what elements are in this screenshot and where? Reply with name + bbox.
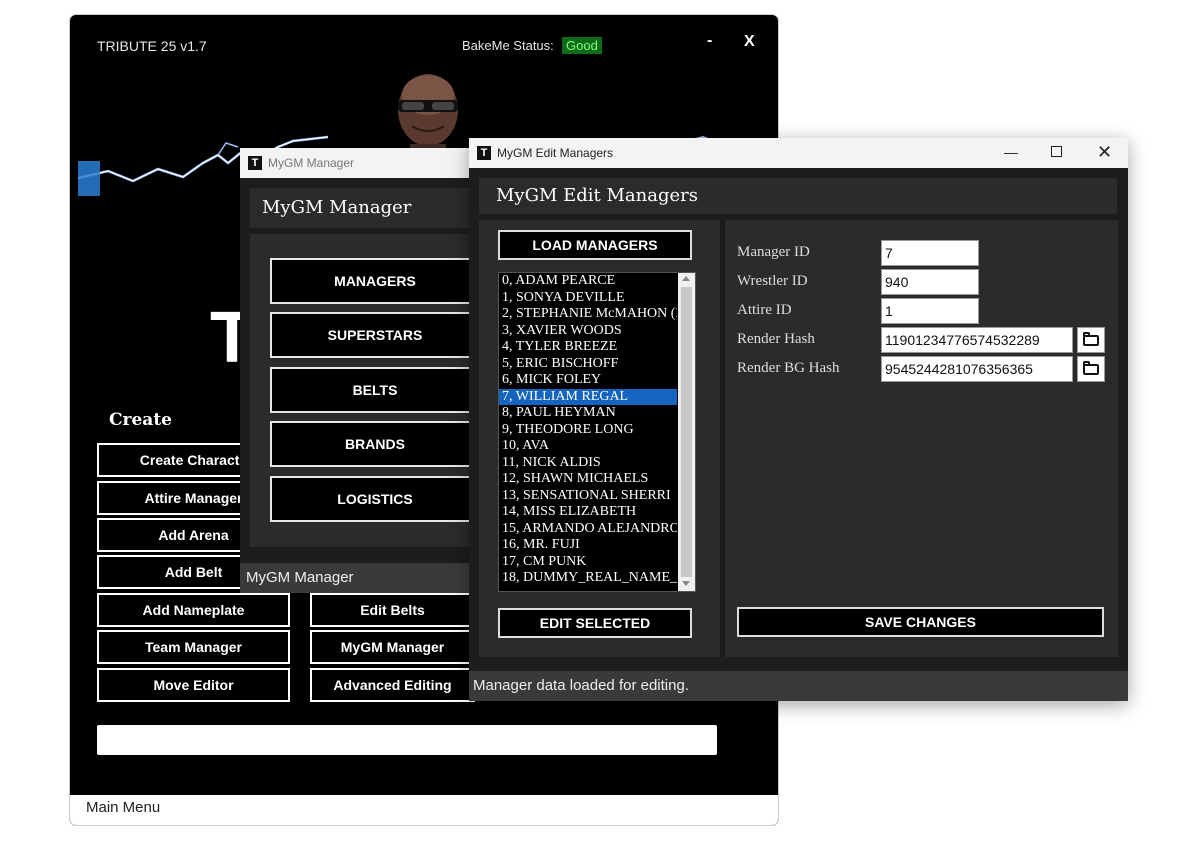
minimize-icon[interactable]: — (1004, 144, 1018, 160)
list-item[interactable]: 1, SONYA DEVILLE (499, 290, 677, 307)
list-item[interactable]: 9, THEODORE LONG (499, 422, 677, 439)
edit-status-bar: Manager data loaded for editing. (469, 671, 1128, 701)
list-item[interactable]: 5, ERIC BISCHOFF (499, 356, 677, 373)
render-bg-hash-field[interactable]: 9545244281076356365 (881, 356, 1073, 382)
list-item[interactable]: 0, ADAM PEARCE (499, 273, 677, 290)
mygm-manager-button[interactable]: MyGM Manager (310, 630, 475, 664)
app-icon: T (248, 156, 262, 170)
render-bg-hash-label: Render BG Hash (737, 360, 840, 376)
manager-id-label: Manager ID (737, 244, 810, 260)
list-item[interactable]: 15, ARMANDO ALEJANDRO (499, 521, 677, 538)
list-item[interactable]: 2, STEPHANIE McMAHON (N (499, 306, 677, 323)
mygm-button-panel: MANAGERS SUPERSTARS BELTS BRANDS LOGISTI… (250, 234, 480, 547)
mygm-status-bar: MyGM Manager (240, 563, 480, 593)
belts-button[interactable]: BELTS (270, 367, 480, 413)
manager-list-panel: LOAD MANAGERS 0, ADAM PEARCE 1, SONYA DEV… (479, 220, 720, 657)
render-hash-label: Render Hash (737, 331, 815, 347)
list-item[interactable]: 17, CM PUNK (499, 554, 677, 571)
list-item[interactable]: 7, WILLIAM REGAL (499, 388, 677, 405)
advanced-editing-button[interactable]: Advanced Editing (310, 668, 475, 702)
scroll-thumb[interactable] (681, 287, 692, 577)
create-heading: Create (109, 410, 172, 430)
mygm-window-title: MyGM Manager (268, 156, 355, 170)
load-managers-button[interactable]: LOAD MANAGERS (498, 230, 692, 260)
render-hash-field[interactable]: 11901234776574532289 (881, 327, 1073, 353)
app-icon: T (477, 146, 491, 160)
mygm-manager-window: T MyGM Manager MyGM Manager MANAGERS SUP… (240, 148, 480, 593)
logistics-button[interactable]: LOGISTICS (270, 476, 480, 522)
list-item[interactable]: 13, SENSATIONAL SHERRI (499, 488, 677, 505)
attire-id-label: Attire ID (737, 302, 792, 318)
folder-icon (1083, 364, 1099, 375)
team-manager-button[interactable]: Team Manager (97, 630, 290, 664)
edit-selected-button[interactable]: EDIT SELECTED (498, 608, 692, 638)
list-item[interactable]: 18, DUMMY_REAL_NAME_B (499, 570, 677, 587)
list-item[interactable]: 11, NICK ALDIS (499, 455, 677, 472)
list-item[interactable]: 3, XAVIER WOODS (499, 323, 677, 340)
manager-details-panel: Manager ID 7 Wrestler ID 940 Attire ID 1… (725, 220, 1118, 657)
wrestler-id-label: Wrestler ID (737, 273, 808, 289)
add-nameplate-button[interactable]: Add Nameplate (97, 593, 290, 627)
scroll-down-arrow-icon[interactable] (682, 581, 690, 586)
minimize-button[interactable]: - (707, 32, 712, 50)
folder-icon (1083, 335, 1099, 346)
mygm-titlebar[interactable]: T MyGM Manager (240, 148, 480, 178)
brands-button[interactable]: BRANDS (270, 421, 480, 467)
managers-button[interactable]: MANAGERS (270, 258, 480, 304)
list-item[interactable]: 6, MICK FOLEY (499, 372, 677, 389)
edit-header: MyGM Edit Managers (479, 178, 1117, 214)
list-item[interactable]: 4, TYLER BREEZE (499, 339, 677, 356)
move-editor-button[interactable]: Move Editor (97, 668, 290, 702)
progress-bar (97, 725, 717, 755)
list-item[interactable]: 14, MISS ELIZABETH (499, 504, 677, 521)
manager-list[interactable]: 0, ADAM PEARCE 1, SONYA DEVILLE 2, STEPHAN… (498, 272, 696, 592)
maximize-icon[interactable] (1051, 146, 1062, 157)
scroll-up-arrow-icon[interactable] (682, 276, 690, 281)
attire-id-field[interactable]: 1 (881, 298, 979, 324)
list-item[interactable]: 8, PAUL HEYMAN (499, 405, 677, 422)
wrestler-portrait (398, 74, 458, 155)
list-item[interactable]: 16, MR. FUJI (499, 537, 677, 554)
manager-id-field[interactable]: 7 (881, 240, 979, 266)
browse-render-hash-button[interactable] (1077, 327, 1105, 353)
close-icon[interactable]: ✕ (1097, 142, 1112, 163)
edit-managers-window: T MyGM Edit Managers — ✕ MyGM Edit Manag… (469, 138, 1128, 701)
list-item[interactable]: 10, AVA (499, 438, 677, 455)
save-changes-button[interactable]: SAVE CHANGES (737, 607, 1104, 637)
edit-window-title: MyGM Edit Managers (497, 146, 614, 160)
edit-titlebar[interactable]: T MyGM Edit Managers — ✕ (469, 138, 1128, 168)
edit-belts-button[interactable]: Edit Belts (310, 593, 475, 627)
list-scrollbar[interactable] (678, 273, 695, 591)
bakeme-status-label: BakeMe Status: (462, 38, 554, 53)
close-button[interactable]: X (744, 33, 755, 51)
browse-render-bg-hash-button[interactable] (1077, 356, 1105, 382)
app-title: TRIBUTE 25 v1.7 (97, 38, 207, 54)
list-item[interactable]: 12, SHAWN MICHAELS (499, 471, 677, 488)
wrestler-id-field[interactable]: 940 (881, 269, 979, 295)
bakeme-status-badge: Good (562, 37, 602, 54)
main-status-bar: Main Menu (70, 795, 778, 825)
superstars-button[interactable]: SUPERSTARS (270, 312, 480, 358)
mygm-header: MyGM Manager (250, 188, 480, 228)
